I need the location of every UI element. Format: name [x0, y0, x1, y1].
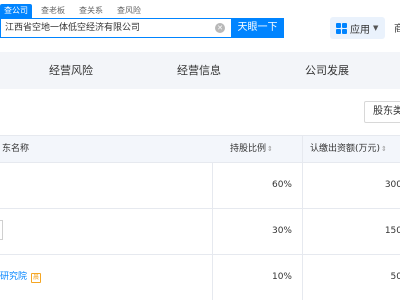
shareholder-type-filter[interactable]: 股东类	[364, 101, 400, 123]
sort-icon[interactable]: ⇕	[381, 145, 387, 153]
table-header: 东名称 持股比例⇕ 认缴出资额(万元)⇕	[0, 135, 400, 163]
clear-icon[interactable]: ✕	[215, 23, 225, 33]
nav-item-business-risk[interactable]: 经营风险	[49, 52, 93, 89]
col-header-amount[interactable]: 认缴出资额(万元)⇕	[310, 136, 387, 163]
shareholder-logo-box	[0, 220, 3, 240]
table-row: 30% 150	[0, 209, 400, 255]
search-tabs: 查公司 查老板 查关系 查风险	[0, 4, 150, 18]
caret-down-icon: ▼	[373, 24, 379, 32]
row-percent: 10%	[271, 272, 292, 282]
tab-company[interactable]: 查公司	[0, 4, 32, 18]
tab-relation[interactable]: 查关系	[74, 4, 108, 18]
tab-boss[interactable]: 查老板	[36, 4, 70, 18]
search-input[interactable]: 江西省空地一体低空经济有限公司 ✕	[0, 18, 231, 38]
top-search-bar: 查公司 查老板 查关系 查风险 江西省空地一体低空经济有限公司 ✕ 天眼一下 应…	[0, 0, 400, 44]
col-header-percent-label: 持股比例	[230, 144, 267, 154]
row-amount: 50	[390, 272, 400, 282]
col-header-percent[interactable]: 持股比例⇕	[230, 136, 273, 163]
sort-icon[interactable]: ⇕	[267, 145, 273, 153]
grid-icon	[336, 22, 347, 34]
row-percent: 60%	[271, 180, 292, 190]
table-row: 60% 300	[0, 163, 400, 209]
app-menu-label: 应用	[350, 24, 370, 36]
nav-item-business-info[interactable]: 经营信息	[177, 52, 221, 89]
nav-item-company-development[interactable]: 公司发展	[305, 52, 349, 89]
row-percent: 30%	[271, 226, 292, 236]
table-row: 研究院 晨 10% 50	[0, 255, 400, 300]
header-overflow-text[interactable]: 商	[394, 20, 400, 35]
col-header-amount-label: 认缴出资额(万元)	[310, 144, 381, 154]
tab-risk[interactable]: 查风险	[112, 4, 146, 18]
shareholder-tag-badge: 晨	[31, 273, 41, 283]
shareholder-name-link[interactable]: 研究院	[0, 255, 27, 300]
col-header-name: 东名称	[2, 144, 30, 154]
search-input-value[interactable]: 江西省空地一体低空经济有限公司	[5, 19, 140, 37]
row-amount: 150	[384, 226, 400, 236]
section-nav: 经营风险 经营信息 公司发展	[0, 52, 400, 89]
row-amount: 300	[384, 180, 400, 190]
app-menu-button[interactable]: 应用 ▼	[330, 17, 385, 39]
search-button[interactable]: 天眼一下	[231, 18, 284, 38]
